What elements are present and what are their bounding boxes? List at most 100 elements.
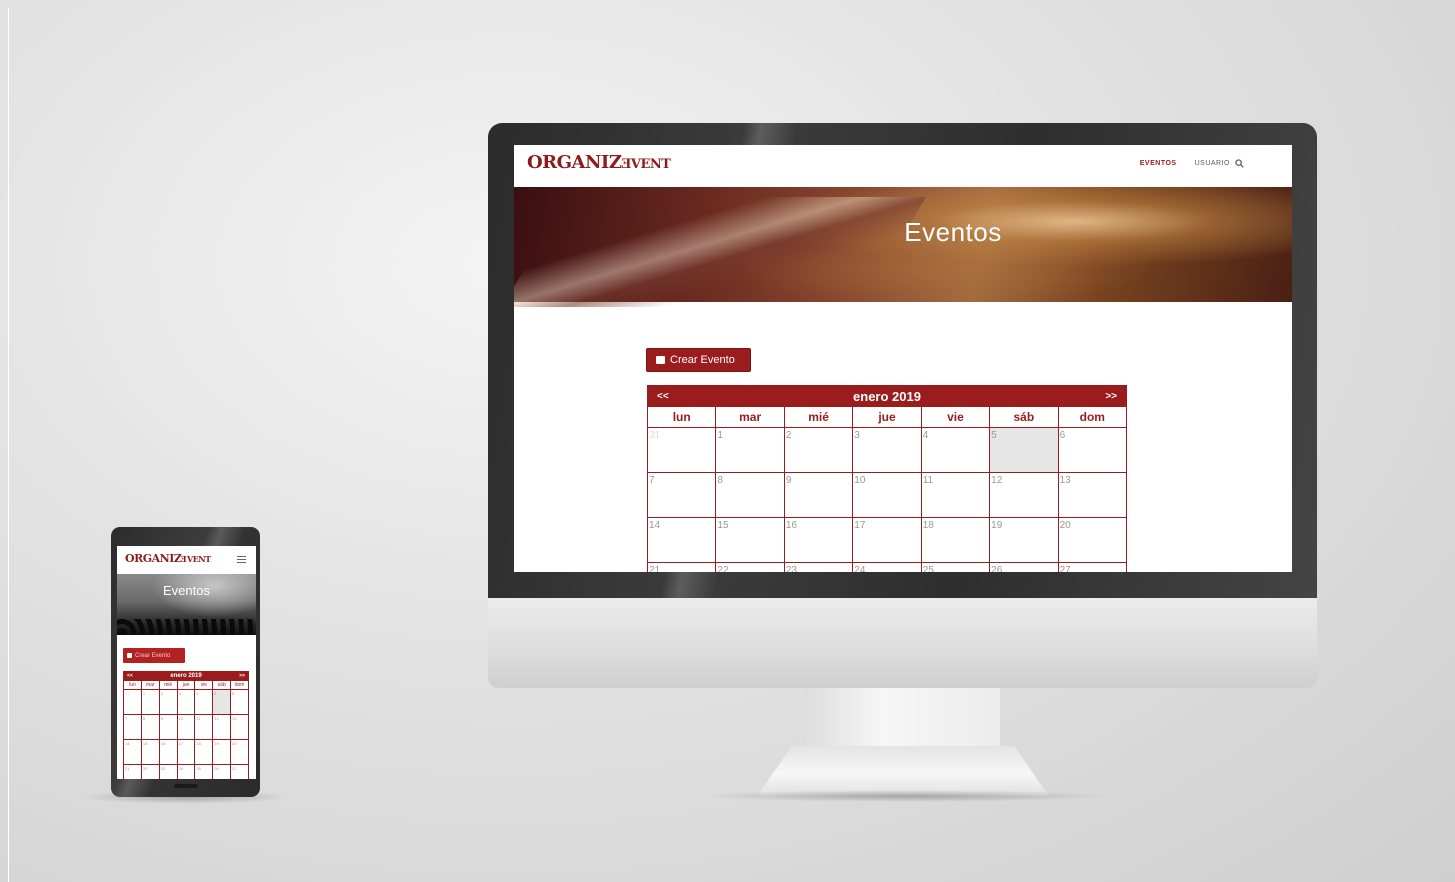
- calendar-day[interactable]: 24: [853, 563, 922, 572]
- hero-banner: Eventos: [514, 187, 1292, 307]
- calendar-day[interactable]: 11: [921, 473, 991, 518]
- calendar-month-title: enero 2019: [853, 388, 921, 404]
- mobile-calendar-day[interactable]: 1: [141, 690, 160, 715]
- calendar-day[interactable]: 1: [716, 428, 785, 473]
- calendar-day[interactable]: 8: [716, 473, 785, 518]
- brand-logo-main: ORGANIZ: [125, 552, 182, 565]
- mobile-calendar-day[interactable]: 4: [195, 690, 214, 715]
- saxophone-image: [514, 197, 926, 307]
- calendar-day[interactable]: 3: [853, 428, 922, 473]
- weekday-header: jue: [853, 407, 922, 428]
- calendar-day[interactable]: 13: [1058, 473, 1127, 518]
- mobile-calendar-day[interactable]: 6: [231, 690, 249, 715]
- mobile-weekday-header: jue: [177, 681, 196, 690]
- mobile-calendar-day[interactable]: 18: [195, 740, 214, 765]
- calendar-day[interactable]: 18: [921, 518, 991, 563]
- calendar-day[interactable]: 15: [716, 518, 785, 563]
- monitor-shadow: [700, 790, 1110, 802]
- hamburger-menu-icon[interactable]: [237, 556, 246, 563]
- mobile-calendar-day[interactable]: 21: [124, 765, 142, 779]
- mobile-calendar-day[interactable]: 8: [141, 715, 160, 740]
- mobile-calendar-day[interactable]: 25: [195, 765, 214, 779]
- mobile-calendar-day[interactable]: 16: [159, 740, 178, 765]
- mobile-calendar-day[interactable]: 2: [159, 690, 178, 715]
- search-icon[interactable]: [1235, 159, 1244, 168]
- calendar-day[interactable]: 17: [853, 518, 922, 563]
- calendar-day[interactable]: 6: [1058, 428, 1127, 473]
- mobile-calendar-day[interactable]: 15: [141, 740, 160, 765]
- calendar-plus-icon: [656, 356, 665, 364]
- calendar-day[interactable]: 20: [1058, 518, 1127, 563]
- brand-logo-tail: VENT: [187, 554, 211, 564]
- weekday-header: mar: [716, 407, 785, 428]
- calendar-day[interactable]: 9: [784, 473, 854, 518]
- mobile-create-event-button[interactable]: Crear Evento: [123, 648, 185, 663]
- mobile-calendar-day[interactable]: 31: [124, 690, 142, 715]
- mobile-calendar-header: << enero 2019 >>: [123, 671, 249, 681]
- hero-title: Eventos: [904, 217, 1002, 247]
- prev-month-button[interactable]: <<: [657, 391, 669, 402]
- mobile-calendar-day[interactable]: 10: [177, 715, 196, 740]
- mobile-weekday-header: vie: [195, 681, 214, 690]
- calendar-day[interactable]: 26: [990, 563, 1059, 572]
- mobile-calendar-month-title: enero 2019: [170, 673, 202, 679]
- brand-logo[interactable]: ORGANIZEVENT: [527, 152, 671, 173]
- calendar-day[interactable]: 31: [648, 428, 717, 473]
- monitor-stand-base: [757, 746, 1049, 796]
- create-event-button[interactable]: Crear Evento: [646, 348, 751, 372]
- mobile-calendar-day[interactable]: 24: [178, 765, 196, 779]
- mobile-next-month-button[interactable]: >>: [239, 673, 245, 679]
- mobile-calendar-day[interactable]: 12: [213, 715, 232, 740]
- calendar-day[interactable]: 10: [853, 473, 922, 518]
- desktop-menu: EVENTOS USUARIO: [1140, 160, 1230, 167]
- mobile-screen: ORGANIZEVENT Eventos Crear Evento << ene…: [117, 546, 256, 779]
- calendar-day[interactable]: 23: [785, 563, 854, 572]
- mobile-calendar-day[interactable]: 11: [195, 715, 214, 740]
- mobile-calendar-day[interactable]: 26: [213, 765, 232, 779]
- mobile-brand-logo[interactable]: ORGANIZEVENT: [125, 552, 211, 565]
- crowd-image: [117, 619, 256, 635]
- calendar-day[interactable]: 25: [922, 563, 991, 572]
- mobile-weekday-header: lun: [124, 681, 142, 690]
- calendar-day[interactable]: 7: [648, 473, 717, 518]
- calendar-day[interactable]: 22: [716, 563, 785, 572]
- phone-home-bar: [174, 784, 198, 788]
- mobile-calendar-day[interactable]: 13: [231, 715, 249, 740]
- mobile-calendar-day[interactable]: 3: [177, 690, 196, 715]
- calendar-day[interactable]: 12: [990, 473, 1059, 518]
- mobile-calendar-day[interactable]: 7: [124, 715, 142, 740]
- mobile-prev-month-button[interactable]: <<: [127, 673, 133, 679]
- nav-item-usuario[interactable]: USUARIO: [1195, 160, 1230, 167]
- calendar-day[interactable]: 16: [784, 518, 854, 563]
- mobile-calendar-day[interactable]: 20: [231, 740, 249, 765]
- mobile-calendar-day[interactable]: 5: [213, 690, 232, 715]
- create-event-label: Crear Evento: [670, 354, 735, 366]
- next-month-button[interactable]: >>: [1105, 391, 1117, 402]
- calendar-day[interactable]: 27: [1059, 563, 1127, 572]
- brand-logo-mirror-letter: E: [181, 554, 187, 564]
- calendar-day[interactable]: 4: [921, 428, 991, 473]
- mobile-calendar-day[interactable]: 19: [213, 740, 232, 765]
- calendar-day[interactable]: 21: [648, 563, 717, 572]
- mobile-calendar-day[interactable]: 27: [231, 765, 249, 779]
- brand-logo-main: ORGANIZ: [527, 152, 622, 173]
- brand-logo-mirror-letter: E: [621, 157, 631, 172]
- nav-item-eventos[interactable]: EVENTOS: [1140, 160, 1177, 167]
- mobile-calendar-day[interactable]: 9: [159, 715, 178, 740]
- monitor-chin: [488, 598, 1317, 688]
- mobile-calendar-day[interactable]: 23: [160, 765, 178, 779]
- calendar-day[interactable]: 14: [648, 518, 717, 563]
- calendar-plus-icon: [127, 653, 132, 658]
- weekday-header: lun: [648, 407, 717, 428]
- mobile-calendar-day[interactable]: 14: [124, 740, 142, 765]
- mobile-weekday-header: dom: [231, 681, 249, 690]
- mobile-calendar-day[interactable]: 22: [142, 765, 160, 779]
- calendar-day[interactable]: 5: [990, 428, 1059, 473]
- weekday-header: sáb: [990, 407, 1059, 428]
- mobile-hero-banner: Eventos: [117, 574, 256, 635]
- calendar-header: << enero 2019 >>: [647, 385, 1127, 407]
- mobile-calendar-day[interactable]: 17: [177, 740, 196, 765]
- calendar-day[interactable]: 19: [990, 518, 1059, 563]
- calendar-day[interactable]: 2: [784, 428, 854, 473]
- monitor-stand-neck: [805, 688, 1000, 748]
